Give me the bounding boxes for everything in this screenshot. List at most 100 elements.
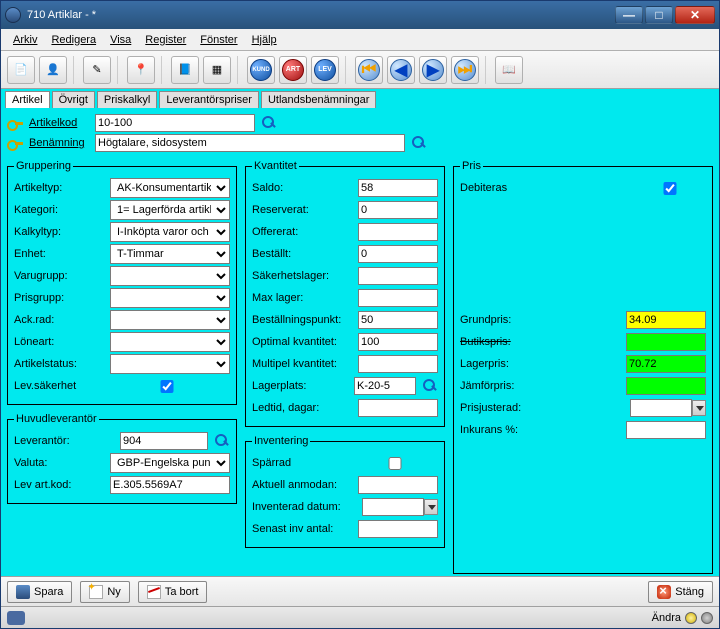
lagerplats-search-icon[interactable]	[422, 378, 438, 394]
offererat-label: Offererat:	[252, 226, 358, 238]
invdatum-dropdown-icon[interactable]	[424, 499, 438, 515]
app-icon	[5, 7, 21, 23]
kvantitet-group: Kvantitet Saldo: Reserverat: Offererat: …	[245, 160, 445, 427]
bestallpunkt-label: Beställningspunkt:	[252, 314, 358, 326]
grundpris-input[interactable]	[626, 311, 706, 329]
toolbar: 📄 👤 ✎ 📍 📘 ▦ KUND ART LEV ⏮ ◀ ▶ ⏭ 📖	[1, 51, 719, 89]
menu-arkiv[interactable]: Arkiv	[7, 32, 43, 48]
artikeltyp-select[interactable]: AK-Konsumentartiklar	[110, 178, 230, 198]
invdatum-label: Inventerad datum:	[252, 501, 362, 513]
artikelstatus-select[interactable]	[110, 354, 230, 374]
close-icon	[657, 585, 671, 599]
tb-book-button[interactable]: 📘	[171, 56, 199, 84]
anmodan-input[interactable]	[358, 476, 438, 494]
sakerhetslager-label: Säkerhetslager:	[252, 270, 358, 282]
lagerpris-input[interactable]	[626, 355, 706, 373]
minimize-button[interactable]: —	[615, 6, 643, 24]
senast-input[interactable]	[358, 520, 438, 538]
tb-help-button[interactable]: 📖	[495, 56, 523, 84]
benamning-search-icon[interactable]	[411, 135, 427, 151]
tabort-button[interactable]: Ta bort	[138, 581, 208, 603]
leverantor-search-icon[interactable]	[214, 433, 230, 449]
close-button[interactable]: ✕	[675, 6, 715, 24]
key-icon	[7, 115, 23, 131]
tab-ovrigt[interactable]: Övrigt	[52, 91, 95, 108]
maximize-button[interactable]: □	[645, 6, 673, 24]
artikelkod-search-icon[interactable]	[261, 115, 277, 131]
prisgrupp-select[interactable]	[110, 288, 230, 308]
levartkod-input[interactable]	[110, 476, 230, 494]
tab-artikel[interactable]: Artikel	[5, 91, 50, 108]
tb-pin-button[interactable]: 📍	[127, 56, 155, 84]
sakerhetslager-input[interactable]	[358, 267, 438, 285]
kalkyltyp-select[interactable]: I-Inköpta varor och tjä	[110, 222, 230, 242]
prisjusterad-dropdown-icon[interactable]	[692, 400, 706, 416]
reserverat-label: Reserverat:	[252, 204, 358, 216]
spara-button[interactable]: Spara	[7, 581, 72, 603]
tb-art-button[interactable]: ART	[279, 56, 307, 84]
menu-redigera[interactable]: Redigera	[45, 32, 102, 48]
tb-lev-button[interactable]: LEV	[311, 56, 339, 84]
enhet-select[interactable]: T-Timmar	[110, 244, 230, 264]
debiteras-label: Debiteras	[460, 182, 626, 194]
lagerplats-label: Lagerplats:	[252, 380, 354, 392]
benamning-label[interactable]: Benämning	[29, 137, 89, 149]
loneart-select[interactable]	[110, 332, 230, 352]
menu-visa[interactable]: Visa	[104, 32, 137, 48]
benamning-input[interactable]	[95, 134, 405, 152]
tb-next-button[interactable]: ▶	[419, 56, 447, 84]
butikpris-input[interactable]	[626, 333, 706, 351]
menu-register[interactable]: Register	[139, 32, 192, 48]
bestallpunkt-input[interactable]	[358, 311, 438, 329]
saldo-input[interactable]	[358, 179, 438, 197]
senast-label: Senast inv antal:	[252, 523, 358, 535]
reserverat-input[interactable]	[358, 201, 438, 219]
tb-new-doc-button[interactable]: 📄	[7, 56, 35, 84]
tab-utland[interactable]: Utlandsbenämningar	[261, 91, 377, 108]
jamforpris-input[interactable]	[626, 377, 706, 395]
debiteras-checkbox[interactable]	[630, 182, 710, 195]
levsakerhet-checkbox[interactable]	[107, 380, 227, 393]
invdatum-input[interactable]	[362, 498, 424, 516]
loneart-label: Löneart:	[14, 336, 110, 348]
sparrad-checkbox[interactable]	[355, 457, 435, 470]
optimal-input[interactable]	[358, 333, 438, 351]
ackrad-select[interactable]	[110, 310, 230, 330]
valuta-label: Valuta:	[14, 457, 110, 469]
kalkyltyp-label: Kalkyltyp:	[14, 226, 110, 238]
menu-fonster[interactable]: Fönster	[194, 32, 243, 48]
lagerplats-input[interactable]	[354, 377, 416, 395]
multipel-input[interactable]	[358, 355, 438, 373]
tab-strip: Artikel Övrigt Priskalkyl Leverantörspri…	[5, 91, 715, 108]
tb-last-button[interactable]: ⏭	[451, 56, 479, 84]
menu-hjalp[interactable]: Hjälp	[246, 32, 283, 48]
varugrupp-select[interactable]	[110, 266, 230, 286]
prisjusterad-label: Prisjusterad:	[460, 402, 630, 414]
prisjusterad-input[interactable]	[630, 399, 692, 417]
tab-levprice[interactable]: Leverantörspriser	[159, 91, 259, 108]
stang-button[interactable]: Stäng	[648, 581, 713, 603]
artikelkod-input[interactable]	[95, 114, 255, 132]
kategori-select[interactable]: 1= Lagerförda artiklar	[110, 200, 230, 220]
tb-edit-button[interactable]: ✎	[83, 56, 111, 84]
valuta-select[interactable]: GBP-Engelska pun	[110, 453, 230, 473]
tb-first-button[interactable]: ⏮	[355, 56, 383, 84]
inkurans-input[interactable]	[626, 421, 706, 439]
levsakerhet-label: Lev.säkerhet	[14, 380, 103, 392]
bestallt-input[interactable]	[358, 245, 438, 263]
tb-add-user-button[interactable]: 👤	[39, 56, 67, 84]
artikelkod-label[interactable]: Artikelkod	[29, 117, 89, 129]
maxlager-input[interactable]	[358, 289, 438, 307]
artikeltyp-label: Artikeltyp:	[14, 182, 110, 194]
ledtid-input[interactable]	[358, 399, 438, 417]
tb-kund-button[interactable]: KUND	[247, 56, 275, 84]
varugrupp-label: Varugrupp:	[14, 270, 110, 282]
tb-prev-button[interactable]: ◀	[387, 56, 415, 84]
tab-priskalkyl[interactable]: Priskalkyl	[97, 91, 157, 108]
leverantor-input[interactable]	[120, 432, 208, 450]
ny-button[interactable]: Ny	[80, 581, 129, 603]
tb-list-button[interactable]: ▦	[203, 56, 231, 84]
offererat-input[interactable]	[358, 223, 438, 241]
bestallt-label: Beställt:	[252, 248, 358, 260]
window-title: 710 Artiklar - *	[27, 9, 613, 21]
